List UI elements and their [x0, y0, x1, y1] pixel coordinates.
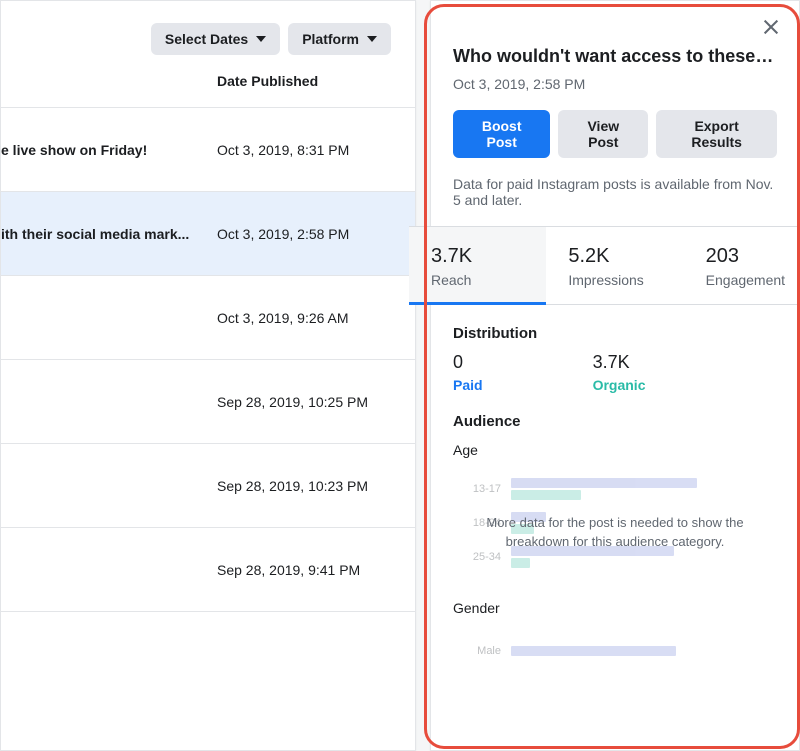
- view-post-button[interactable]: View Post: [558, 110, 648, 158]
- metric-value: 3.7K: [431, 245, 524, 268]
- platform-label: Platform: [302, 31, 359, 47]
- metric-tab-impressions[interactable]: 5.2K Impressions: [546, 227, 683, 304]
- paid-label: Paid: [453, 377, 483, 393]
- detail-title: Who wouldn't want access to these four (…: [453, 45, 777, 68]
- row-date: Oct 3, 2019, 9:26 AM: [217, 310, 349, 326]
- metric-value: 5.2K: [568, 245, 661, 268]
- table-row[interactable]: ith their social media mark...Oct 3, 201…: [1, 192, 415, 276]
- table-row[interactable]: Sep 28, 2019, 10:25 PM: [1, 360, 415, 444]
- row-date: Sep 28, 2019, 10:23 PM: [217, 478, 368, 494]
- age-bucket-label: 13-17: [453, 483, 511, 495]
- select-dates-button[interactable]: Select Dates: [151, 23, 280, 55]
- audience-overlay-message: More data for the post is needed to show…: [453, 514, 777, 550]
- metrics-tabs: 3.7K Reach 5.2K Impressions 203 Engagement: [409, 226, 800, 305]
- paid-value: 0: [453, 352, 483, 373]
- metric-tab-engagement[interactable]: 203 Engagement: [684, 227, 800, 304]
- caret-down-icon: [256, 36, 266, 42]
- distribution-organic: 3.7K Organic: [593, 352, 646, 393]
- age-bar: [511, 558, 530, 568]
- metric-label: Impressions: [568, 272, 661, 288]
- audience-age-label: Age: [453, 442, 777, 458]
- table-row[interactable]: e live show on Friday!Oct 3, 2019, 8:31 …: [1, 108, 415, 192]
- platform-button[interactable]: Platform: [288, 23, 391, 55]
- table-row[interactable]: Oct 3, 2019, 9:26 AM: [1, 276, 415, 360]
- gender-row-label: Male: [453, 645, 511, 657]
- row-title: e live show on Friday!: [1, 142, 217, 158]
- row-date: Sep 28, 2019, 10:25 PM: [217, 394, 368, 410]
- close-icon[interactable]: [761, 17, 781, 37]
- audience-header: Audience: [453, 413, 777, 430]
- row-date: Oct 3, 2019, 2:58 PM: [217, 226, 349, 242]
- caret-down-icon: [367, 36, 377, 42]
- paid-data-note: Data for paid Instagram posts is availab…: [453, 176, 777, 226]
- list-toolbar: Select Dates Platform: [1, 1, 415, 73]
- boost-post-button[interactable]: Boost Post: [453, 110, 550, 158]
- table-row[interactable]: Sep 28, 2019, 9:41 PM: [1, 528, 415, 612]
- age-bucket-label: 25-34: [453, 551, 511, 563]
- organic-value: 3.7K: [593, 352, 646, 373]
- post-detail-panel: Who wouldn't want access to these four (…: [430, 0, 800, 751]
- age-bar: [511, 490, 581, 500]
- posts-list-pane: Select Dates Platform Date Published e l…: [0, 0, 416, 751]
- row-date: Oct 3, 2019, 8:31 PM: [217, 142, 349, 158]
- distribution-paid: 0 Paid: [453, 352, 483, 393]
- table-row[interactable]: Sep 28, 2019, 10:23 PM: [1, 444, 415, 528]
- metric-label: Engagement: [706, 272, 799, 288]
- column-header-date-published: Date Published: [1, 73, 415, 108]
- metric-tab-reach[interactable]: 3.7K Reach: [409, 227, 546, 304]
- metric-label: Reach: [431, 272, 524, 288]
- age-bar: [511, 478, 697, 488]
- distribution-values: 0 Paid 3.7K Organic: [453, 352, 777, 393]
- gender-breakdown-chart: Male: [453, 634, 777, 668]
- organic-label: Organic: [593, 377, 646, 393]
- detail-timestamp: Oct 3, 2019, 2:58 PM: [453, 76, 777, 92]
- row-date: Sep 28, 2019, 9:41 PM: [217, 562, 360, 578]
- export-results-button[interactable]: Export Results: [656, 110, 777, 158]
- row-title: ith their social media mark...: [1, 226, 217, 242]
- metric-value: 203: [706, 245, 799, 268]
- audience-gender-label: Gender: [453, 600, 777, 616]
- distribution-header: Distribution: [453, 325, 777, 342]
- detail-actions: Boost Post View Post Export Results: [453, 110, 777, 158]
- select-dates-label: Select Dates: [165, 31, 248, 47]
